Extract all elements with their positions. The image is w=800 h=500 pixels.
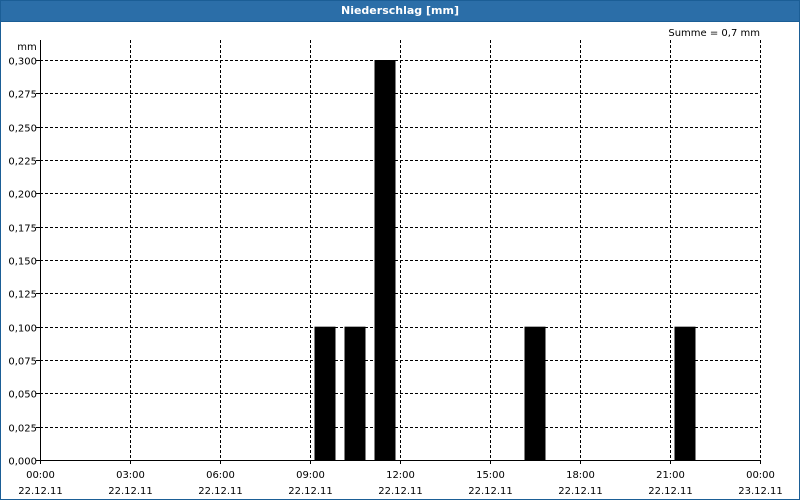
x-tick-date: 22.12.11 — [18, 486, 63, 497]
bar — [314, 326, 336, 460]
x-tick-date: 22.12.11 — [648, 486, 693, 497]
bar — [374, 60, 396, 460]
bar — [524, 326, 546, 460]
x-tick-time: 06:00 — [206, 470, 235, 481]
precipitation-chart: mm Summe = 0,7 mm 0,0000,0250,0500,0750,… — [8, 28, 783, 497]
y-tick-label: 0,175 — [8, 224, 37, 235]
x-tick-time: 15:00 — [476, 470, 505, 481]
y-tick-label: 0,250 — [8, 124, 37, 135]
y-ticks: 0,000 0,025 0,050 0,075 0,100 0,125 0,150 0,175… — [8, 57, 40, 468]
x-tick-time: 18:00 — [566, 470, 595, 481]
y-tick-label: 0,150 — [8, 257, 37, 268]
sum-annotation: Summe = 0,7 mm — [668, 28, 760, 39]
x-tick-date: 22.12.11 — [468, 486, 513, 497]
y-tick-label: 0,225 — [8, 157, 37, 168]
y-tick-label: 0,050 — [8, 390, 37, 401]
y-tick-label: 0,300 — [8, 57, 37, 68]
x-tick-time: 09:00 — [296, 470, 325, 481]
y-tick-label: 0,125 — [8, 290, 37, 301]
x-tick-time: 00:00 — [746, 470, 775, 481]
y-tick-label: 0,025 — [8, 424, 37, 435]
x-tick-time: 21:00 — [656, 470, 685, 481]
x-tick-time: 00:00 — [26, 470, 55, 481]
y-tick-label: 0,075 — [8, 357, 37, 368]
x-tick-date: 22.12.11 — [288, 486, 333, 497]
y-tick-label: 0,100 — [8, 324, 37, 335]
x-tick-time: 03:00 — [116, 470, 145, 481]
x-tick-date: 22.12.11 — [198, 486, 243, 497]
y-tick-label: 0,000 — [8, 457, 37, 468]
x-tick-time: 12:00 — [386, 470, 415, 481]
x-tick-date: 23.12.11 — [738, 486, 783, 497]
y-tick-label: 0,200 — [8, 190, 37, 201]
y-tick-label: 0,275 — [8, 90, 37, 101]
y-axis-label: mm — [17, 42, 36, 53]
bar — [674, 326, 696, 460]
x-ticks: 00:00 22.12.11 03:00 22.12.11 06:00 22.12.11 0… — [18, 460, 783, 497]
bar — [344, 326, 366, 460]
grid — [40, 40, 761, 460]
x-tick-date: 22.12.11 — [378, 486, 423, 497]
x-tick-date: 22.12.11 — [558, 486, 603, 497]
x-tick-date: 22.12.11 — [108, 486, 153, 497]
